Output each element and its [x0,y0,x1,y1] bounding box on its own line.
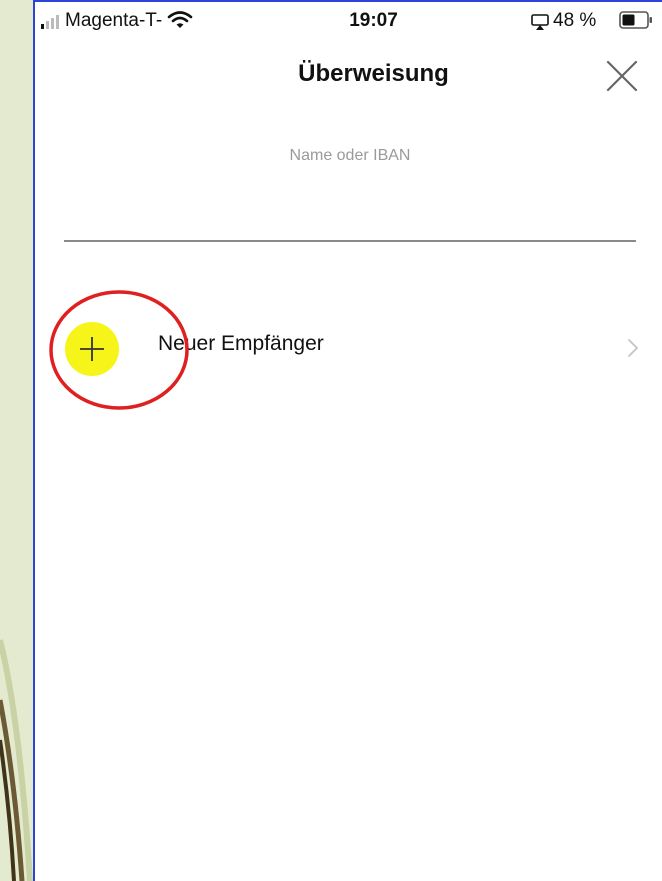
airplay-icon [531,14,549,30]
chevron-right-icon [628,339,638,357]
search-field [64,142,636,247]
battery-percent: 48 % [553,10,597,31]
status-bar: Magenta-T- 19:07 48 % [35,2,662,38]
plus-icon [80,337,104,361]
battery-icon [619,11,652,29]
search-input[interactable] [64,142,636,242]
close-icon [606,60,638,92]
phone-screen: Magenta-T- 19:07 48 % Überweisung Name o… [33,0,662,881]
new-recipient-row[interactable]: Neuer Empfänger [35,300,662,390]
new-recipient-label: Neuer Empfänger [158,332,324,355]
add-recipient-button[interactable] [65,322,119,376]
close-button[interactable] [604,58,640,94]
page-title: Überweisung [298,60,449,87]
